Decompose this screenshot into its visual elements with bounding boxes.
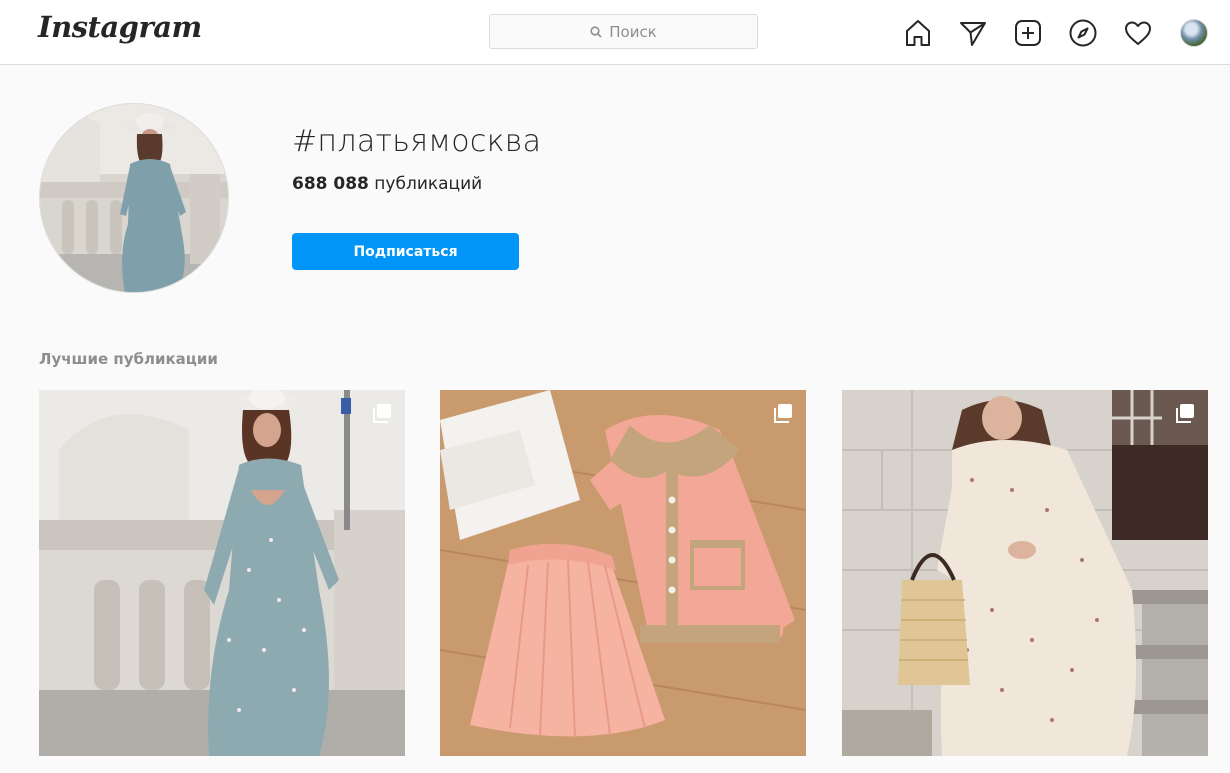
home-icon[interactable] (902, 17, 934, 49)
top-posts-heading: Лучшие публикации (39, 350, 218, 368)
search-placeholder: Поиск (609, 22, 657, 41)
instagram-logo[interactable]: Instagram (38, 10, 202, 44)
carousel-icon (1176, 404, 1194, 423)
search-icon (590, 25, 602, 38)
profile-avatar[interactable] (1180, 19, 1208, 47)
explore-icon[interactable] (1067, 17, 1099, 49)
post-image-floral-dress (842, 390, 1208, 756)
new-post-icon[interactable] (1012, 17, 1044, 49)
direct-icon[interactable] (957, 17, 989, 49)
top-post-3[interactable] (842, 390, 1208, 756)
posts-count-number: 688 088 (292, 174, 369, 194)
search-box[interactable]: Поиск (489, 14, 758, 49)
posts-count-label: публикаций (374, 174, 483, 194)
top-navigation-bar: Instagram Поиск (0, 0, 1230, 65)
activity-heart-icon[interactable] (1122, 17, 1154, 49)
top-post-1[interactable] (39, 390, 405, 756)
post-image-pink-knit-set (440, 390, 806, 756)
hashtag-title: #платьямосква (292, 124, 542, 159)
top-post-2[interactable] (440, 390, 806, 756)
carousel-icon (373, 404, 391, 423)
carousel-icon (774, 404, 792, 423)
post-image-blue-dress (39, 390, 405, 756)
posts-count: 688 088 публикаций (292, 174, 482, 194)
follow-button[interactable]: Подписаться (292, 233, 519, 270)
hashtag-cover-photo (39, 103, 229, 293)
